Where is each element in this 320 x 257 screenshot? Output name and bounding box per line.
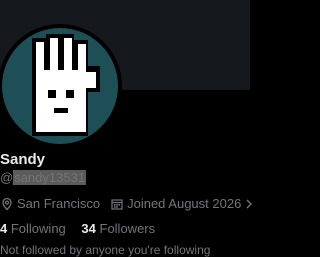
location-text: San Francisco (17, 196, 101, 211)
location-item: San Francisco (0, 196, 100, 211)
follow-stats: 4 Following 34 Followers (0, 221, 167, 236)
avatar[interactable] (2, 28, 118, 144)
handle-at: @ (0, 170, 14, 185)
following-label: Following (10, 221, 66, 236)
followers-link[interactable]: 34 Followers (81, 221, 155, 236)
calendar-icon (111, 198, 123, 210)
handle-selected-text: sandy13531 (13, 170, 87, 185)
location-pin-icon (2, 197, 12, 210)
joined-text: Joined August 2026 (127, 196, 242, 211)
followers-count: 34 (81, 221, 96, 236)
chevron-right-icon[interactable] (244, 198, 254, 210)
following-link[interactable]: 4 Following (0, 221, 66, 236)
followers-label: Followers (99, 221, 156, 236)
joined-item: Joined August 2026 (110, 196, 257, 211)
followers-you-know-note: Not followed by anyone you're following (0, 243, 211, 257)
profile-meta: San Francisco Joined August 2026 (0, 196, 267, 211)
following-count: 4 (0, 221, 8, 236)
user-handle: @sandy13531 (0, 170, 87, 185)
pixel-hand-icon (32, 34, 100, 136)
display-name: Sandy (0, 151, 46, 168)
